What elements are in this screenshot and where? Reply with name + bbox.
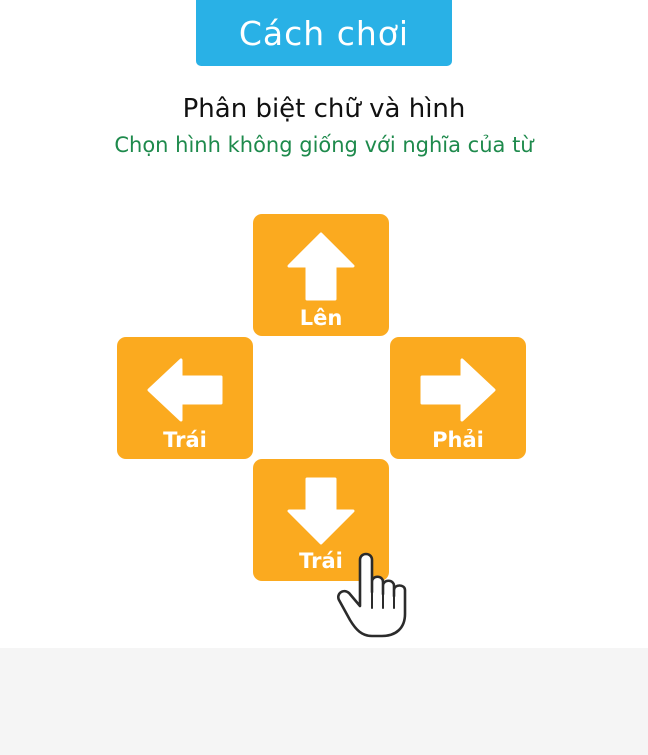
tile-label-up: Lên bbox=[299, 306, 343, 330]
direction-tile-right[interactable]: Phải bbox=[390, 337, 526, 459]
instruction-subtitle: Chọn hình không giống với nghĩa của từ bbox=[114, 133, 534, 157]
direction-tile-up[interactable]: Lên bbox=[253, 214, 389, 336]
bottom-band bbox=[0, 648, 648, 755]
direction-tile-left[interactable]: Trái bbox=[117, 337, 253, 459]
pointing-hand-icon bbox=[337, 552, 407, 638]
header-title: Cách chơi bbox=[238, 13, 410, 53]
instruction-title: Phân biệt chữ và hình bbox=[182, 94, 466, 124]
tile-label-left: Trái bbox=[163, 428, 207, 452]
tile-label-right: Phải bbox=[432, 428, 484, 452]
how-to-play-header: Cách chơi bbox=[196, 0, 452, 66]
